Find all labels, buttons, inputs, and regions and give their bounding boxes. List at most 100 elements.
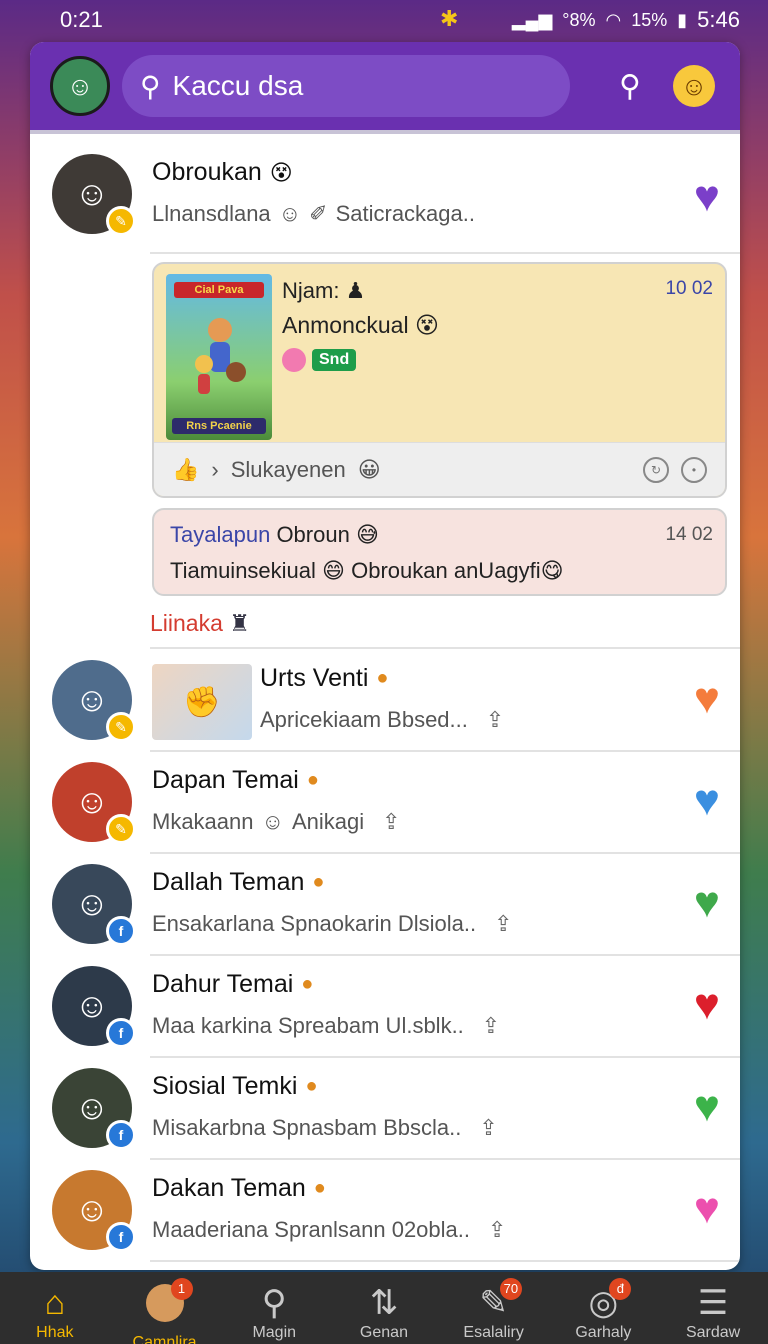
search-text: Kaccu dsa [172, 70, 304, 101]
post-author: Tayalapun Obroun 😅 [170, 522, 379, 547]
contact-name: Dahur Temai ● [152, 970, 314, 998]
nav-item-search[interactable]: ⚲ Magin [224, 1284, 324, 1342]
footer-text: Slukayenen [230, 456, 346, 482]
status-icon: ● [305, 1075, 318, 1097]
avatar: ☺ f [52, 1068, 136, 1150]
more-icon[interactable]: • [681, 456, 707, 483]
edit-badge-icon: ✎ [106, 206, 136, 236]
status-icon: ● [313, 1177, 326, 1199]
emoji-icon: 😋 [540, 558, 564, 583]
contact-subtitle: Maa karkina Spreabam Ul.sblk.. ⇪ [152, 1013, 501, 1039]
post-footer: 👍 › Slukayenen 😀 ↻ • [154, 442, 725, 496]
contact-subtitle: Mkakaann ☺ Anikagi ⇪ [152, 809, 401, 835]
facebook-badge-icon: f [106, 1018, 136, 1048]
post-time: 10 02 [665, 278, 713, 299]
contact-subtitle: Misakarbna Spnasbam Bbscla.. ⇪ [152, 1115, 498, 1141]
target-icon: ◎ [588, 1284, 619, 1322]
person-icon: ☺ [278, 201, 302, 226]
edit-badge-icon: ✎ [106, 712, 136, 742]
contact-subtitle: Apricekiaam Bbsed... ⇪ [260, 707, 505, 733]
status-right: ▂▄▆ °8% ◠ 15% ▮ 5:46 [512, 7, 740, 33]
avatar: ☺ f [52, 966, 136, 1048]
home-icon: ⌂ [44, 1284, 66, 1322]
status-time-left: 0:21 [60, 7, 103, 32]
nav-item-menu[interactable]: ☰ Sardaw [663, 1284, 763, 1342]
heart-icon[interactable]: ♥ [694, 1082, 720, 1132]
share-icon[interactable]: ↻ [643, 456, 669, 483]
avatar-icon [115, 1284, 215, 1332]
thumbnail-title: Cial Pava [174, 282, 264, 298]
like-icon[interactable]: 👍 [172, 457, 199, 483]
cartoon-figures-image [195, 318, 246, 394]
heart-icon[interactable]: ♥ [694, 980, 720, 1030]
battery-icon: ▮ [677, 9, 688, 30]
contact-row[interactable]: ☺ f Siosial Temki ● Misakarbna Spnasbam B… [30, 1058, 740, 1160]
search-input[interactable]: ⚲ Kaccu dsa [122, 55, 570, 117]
brush-icon: ✐ [309, 201, 328, 226]
battery-percent: 15% [631, 9, 668, 30]
heart-icon[interactable]: ♥ [694, 172, 720, 222]
row-divider [150, 252, 740, 254]
list-item[interactable]: ☺ ✎ Obroukan 😵 Llnansdlana ☺ ✐ Saticrackaga.… [30, 152, 740, 254]
upload-icon[interactable]: ⇪ [494, 911, 512, 937]
upload-icon[interactable]: ⇪ [486, 707, 504, 733]
nav-item-sort[interactable]: ⇅ Genan [334, 1284, 434, 1342]
status-icon: ● [301, 973, 314, 995]
search-button[interactable]: ⚲ [604, 60, 656, 112]
contact-name: Siosial Temki ● [152, 1072, 318, 1100]
heart-icon[interactable]: ♥ [694, 776, 720, 826]
person-icon: ☺ [261, 809, 284, 834]
author-link[interactable]: Tayalapun [170, 522, 270, 547]
upload-icon[interactable]: ⇪ [479, 1115, 497, 1141]
post-thumbnail[interactable]: ✊ [152, 664, 252, 740]
emoji-button[interactable]: ☺ [668, 60, 720, 112]
sort-icon: ⇅ [369, 1284, 399, 1322]
contact-row[interactable]: ☺ f Dakan Teman ● Maaderiana Spranlsann 0… [30, 1160, 740, 1262]
contact-row[interactable]: ☺ ✎ ✊ Urts Venti ● Apricekiaam Bbsed... ⇪ … [30, 650, 740, 752]
post-tag: Snd [282, 348, 357, 372]
notification-badge: 70 [499, 1278, 523, 1300]
contact-row[interactable]: ☺ f Dahur Temai ● Maa karkina Spreabam Ul… [30, 956, 740, 1058]
heart-icon[interactable]: ♥ [694, 878, 720, 928]
avatar: ☺ ✎ [52, 762, 136, 844]
nav-label: Genan [359, 1324, 408, 1341]
avatar: ☺ ✎ [52, 154, 136, 236]
contact-row[interactable]: ☺ f Dallah Teman ● Ensakarlana Spnaokarin… [30, 854, 740, 956]
heart-icon[interactable]: ♥ [694, 1184, 720, 1234]
contact-name: Obroukan 😵 [152, 158, 293, 186]
post-thumbnail[interactable]: Cial Pava Rns Pcaenie [166, 274, 272, 440]
feed-card: ☺ ⚲ Kaccu dsa ⚲ ☺ ☺ ✎ Obroukan 😵 Llnansdl… [30, 42, 740, 1270]
notification-icon: ✱ [440, 6, 459, 31]
avatar-dot-icon [282, 348, 306, 372]
post-title: Anmonckual 😵 [282, 312, 439, 338]
upload-icon[interactable]: ⇪ [482, 1013, 500, 1039]
upload-icon[interactable]: ⇪ [488, 1217, 506, 1243]
contact-subtitle: Ensakarlana Spnaokarin Dlsiola.. ⇪ [152, 911, 513, 937]
nav-label: Sardaw [685, 1324, 741, 1341]
avatar: ☺ f [52, 864, 136, 946]
nav-label: Hhak [36, 1324, 74, 1341]
signal-icon: ▂▄▆ [511, 9, 553, 30]
post-card[interactable]: Tayalapun Obroun 😅 14 02 Tiamuinsekiual … [152, 508, 727, 596]
contact-name: Dallah Teman ● [152, 868, 325, 896]
contact-name: Urts Venti ● [260, 664, 389, 692]
nav-label: Magin [252, 1324, 297, 1341]
status-icon: ● [376, 667, 389, 689]
nav-item-home[interactable]: ⌂ Hhak [5, 1284, 105, 1342]
status-icon: ● [306, 769, 319, 791]
nav-item-target[interactable]: ◎ Garhaly đ [553, 1278, 653, 1342]
contact-row[interactable]: ☺ ✎ Dapan Temai ● Mkakaann ☺ Anikagi ⇪ ♥ [30, 752, 740, 854]
post-author: Njam: ♟ [282, 278, 366, 303]
avatar: ☺ ✎ [52, 660, 136, 742]
nav-item-edit[interactable]: ✎ Esalaliry 70 [444, 1278, 544, 1342]
post-card[interactable]: Cial Pava Rns Pcaenie Njam: ♟ 10 02 Anmo… [152, 262, 727, 498]
edit-badge-icon: ✎ [106, 814, 136, 844]
search-icon: ⚲ [619, 69, 641, 103]
app-header: ☺ ⚲ Kaccu dsa ⚲ ☺ [30, 42, 740, 134]
heart-icon[interactable]: ♥ [694, 674, 720, 724]
profile-avatar[interactable]: ☺ [50, 56, 110, 116]
emoji-icon: 😵 [414, 312, 439, 338]
nav-item-avatar[interactable]: Camnlira 1 [115, 1278, 215, 1344]
upload-icon[interactable]: ⇪ [382, 809, 400, 835]
nav-label: Camnlira [132, 1334, 197, 1344]
